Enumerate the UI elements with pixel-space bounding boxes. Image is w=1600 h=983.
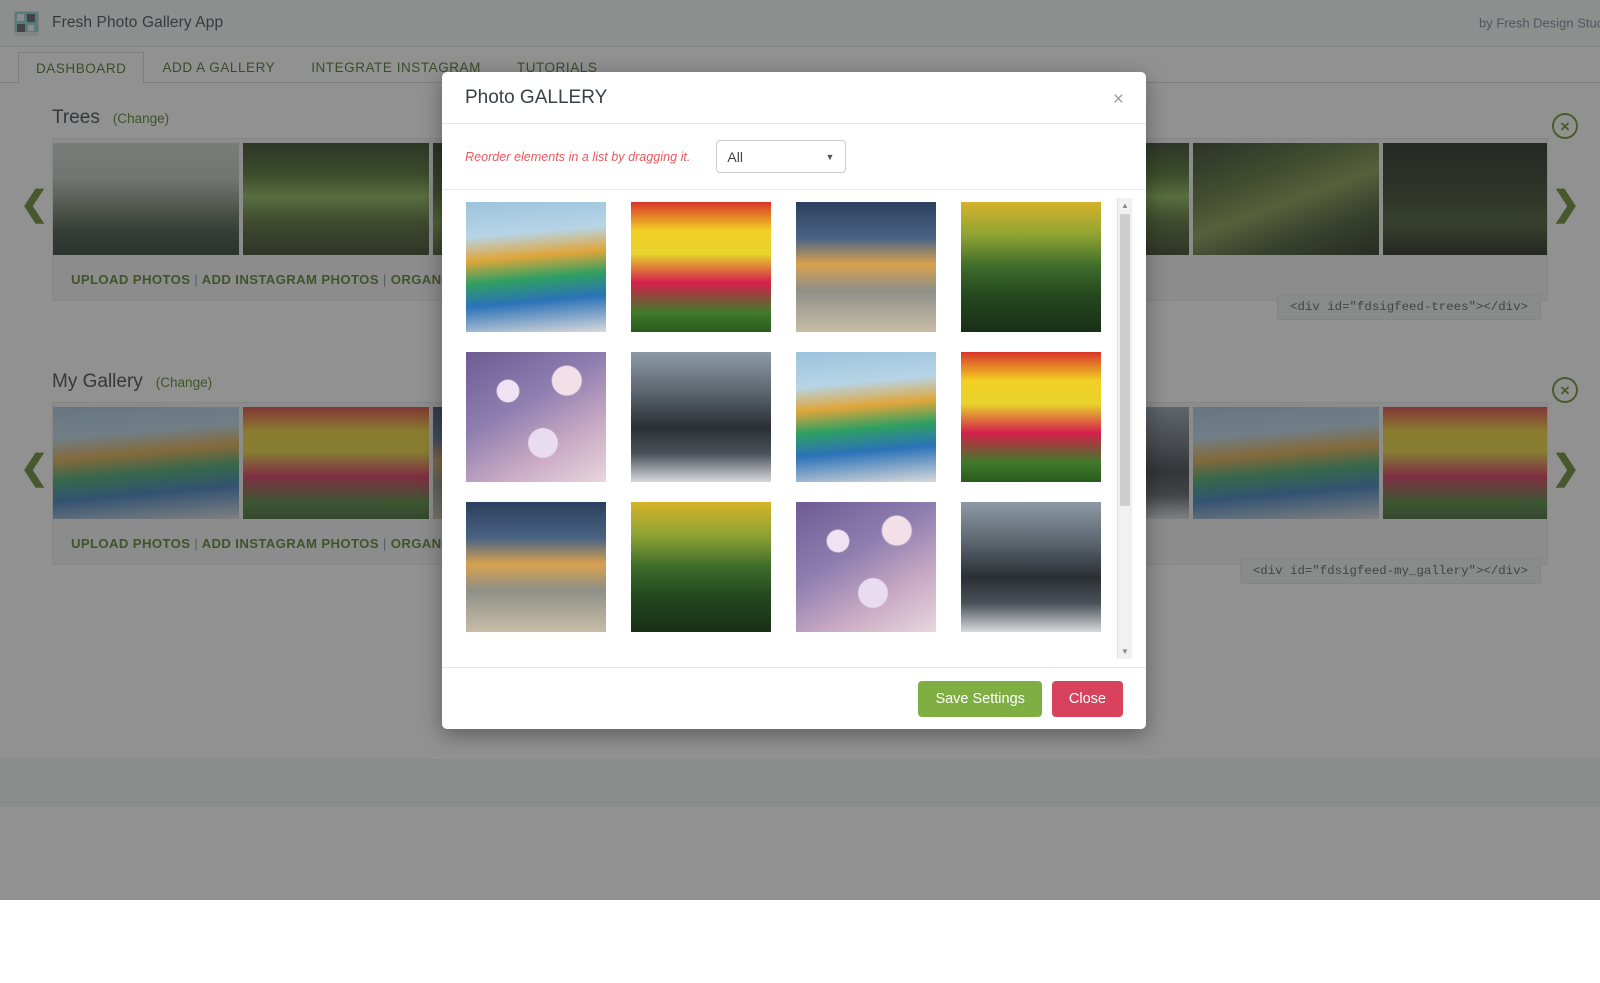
save-settings-button[interactable]: Save Settings	[918, 680, 1042, 717]
photo-cell[interactable]	[466, 502, 606, 632]
modal-footer: Save Settings Close	[442, 667, 1146, 729]
scroll-down-arrow-icon[interactable]: ▼	[1118, 644, 1132, 659]
photo-cell[interactable]	[631, 352, 771, 482]
filter-select[interactable]: All ▼	[716, 140, 847, 173]
scroll-up-arrow-icon[interactable]: ▲	[1118, 198, 1132, 213]
modal-title: Photo GALLERY	[465, 86, 608, 108]
photo-grid-scrollbar[interactable]: ▲ ▼	[1117, 198, 1132, 659]
photo-grid-container: ▲ ▼	[442, 190, 1146, 667]
photo-cell[interactable]	[631, 502, 771, 632]
photo-cell[interactable]	[961, 202, 1101, 332]
photo-cell[interactable]	[631, 202, 771, 332]
photo-cell[interactable]	[796, 352, 936, 482]
close-icon[interactable]: ×	[1109, 86, 1128, 113]
chevron-down-icon: ▼	[825, 151, 835, 162]
photo-cell[interactable]	[796, 202, 936, 332]
reorder-hint: Reorder elements in a list by dragging i…	[465, 149, 691, 164]
photo-cell[interactable]	[466, 202, 606, 332]
filter-select-value: All	[727, 148, 743, 165]
photo-gallery-modal: Photo GALLERY × Reorder elements in a li…	[442, 72, 1146, 729]
photo-cell[interactable]	[796, 502, 936, 632]
photo-cell[interactable]	[961, 502, 1101, 632]
modal-header: Photo GALLERY ×	[442, 72, 1146, 124]
modal-toolbar: Reorder elements in a list by dragging i…	[442, 124, 1146, 190]
close-button[interactable]: Close	[1051, 680, 1123, 717]
photo-cell[interactable]	[961, 352, 1101, 482]
photo-cell[interactable]	[466, 352, 606, 482]
scrollbar-thumb[interactable]	[1120, 214, 1130, 506]
photo-grid	[466, 202, 1126, 632]
